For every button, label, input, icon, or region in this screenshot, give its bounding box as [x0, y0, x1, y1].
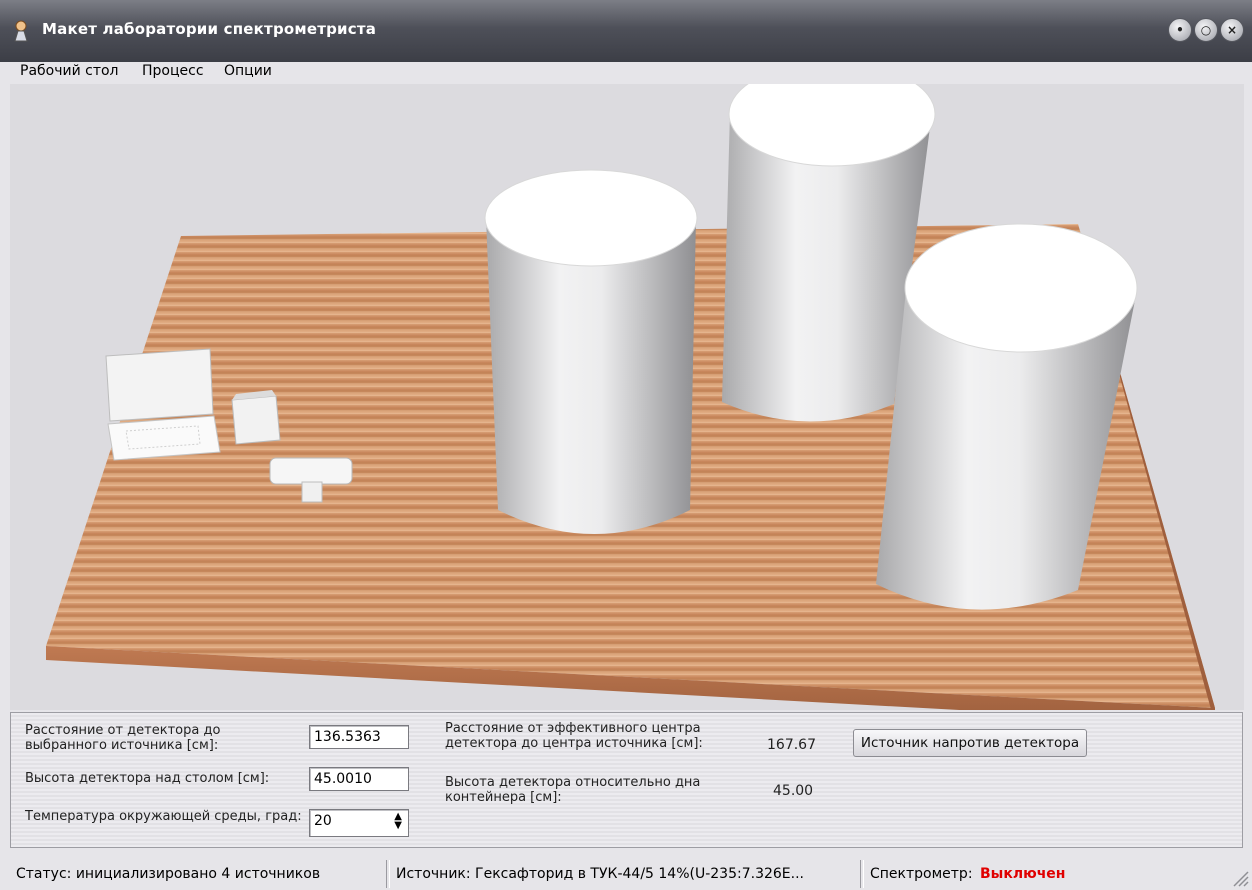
status-separator: [860, 860, 864, 888]
status-bar: Статус: инициализировано 4 источников Ис…: [0, 852, 1252, 890]
source-text: Источник: Гексафторид в ТУК-44/5 14%(U-2…: [396, 866, 804, 882]
container-height-value: 45.00: [773, 783, 814, 799]
spectrometer-label: Спектрометр:: [870, 866, 973, 882]
spin-down-icon[interactable]: ▼: [394, 820, 402, 831]
distance-label: Расстояние от детектора до выбранного ис…: [25, 723, 221, 753]
menu-process[interactable]: Процесс: [140, 63, 206, 79]
close-icon[interactable]: ×: [1220, 18, 1244, 42]
center-distance-label: Расстояние от эффективного центра детект…: [445, 721, 703, 751]
parameters-panel: Расстояние от детектора до выбранного ис…: [10, 712, 1243, 848]
printer-model: [231, 390, 281, 445]
maximize-icon[interactable]: ○: [1194, 18, 1218, 42]
temperature-spinner[interactable]: 20 ▲ ▼: [309, 809, 409, 837]
window-title: Макет лаборатории спектрометриста: [42, 20, 377, 38]
lab-3d-viewport[interactable]: [10, 84, 1244, 710]
distance-input[interactable]: 136.5363: [309, 725, 409, 749]
title-bar[interactable]: Макет лаборатории спектрометриста • ○ ×: [0, 0, 1252, 62]
status-text: Статус: инициализировано 4 источников: [16, 866, 321, 882]
menu-bar: Рабочий стол Процесс Опции: [0, 62, 1252, 84]
laptop-model: [105, 348, 221, 461]
status-separator: [386, 860, 390, 888]
app-icon: [14, 20, 28, 42]
source-opposite-detector-button[interactable]: Источник напротив детектора: [853, 729, 1087, 757]
container-cylinder-1: [484, 169, 698, 534]
height-label: Высота детектора над столом [см]:: [25, 771, 270, 786]
spectrometer-state: Выключен: [980, 866, 1066, 882]
resize-grip-icon[interactable]: [1230, 868, 1250, 888]
menu-options[interactable]: Опции: [222, 63, 274, 79]
center-distance-value: 167.67: [767, 737, 816, 753]
height-input[interactable]: 45.0010: [309, 767, 409, 791]
temperature-label: Температура окружающей среды, град:: [25, 809, 302, 824]
minimize-icon[interactable]: •: [1168, 18, 1192, 42]
container-height-label: Высота детектора относительно дна контей…: [445, 775, 701, 805]
menu-desktop[interactable]: Рабочий стол: [18, 63, 121, 79]
temperature-value: 20: [314, 813, 332, 829]
